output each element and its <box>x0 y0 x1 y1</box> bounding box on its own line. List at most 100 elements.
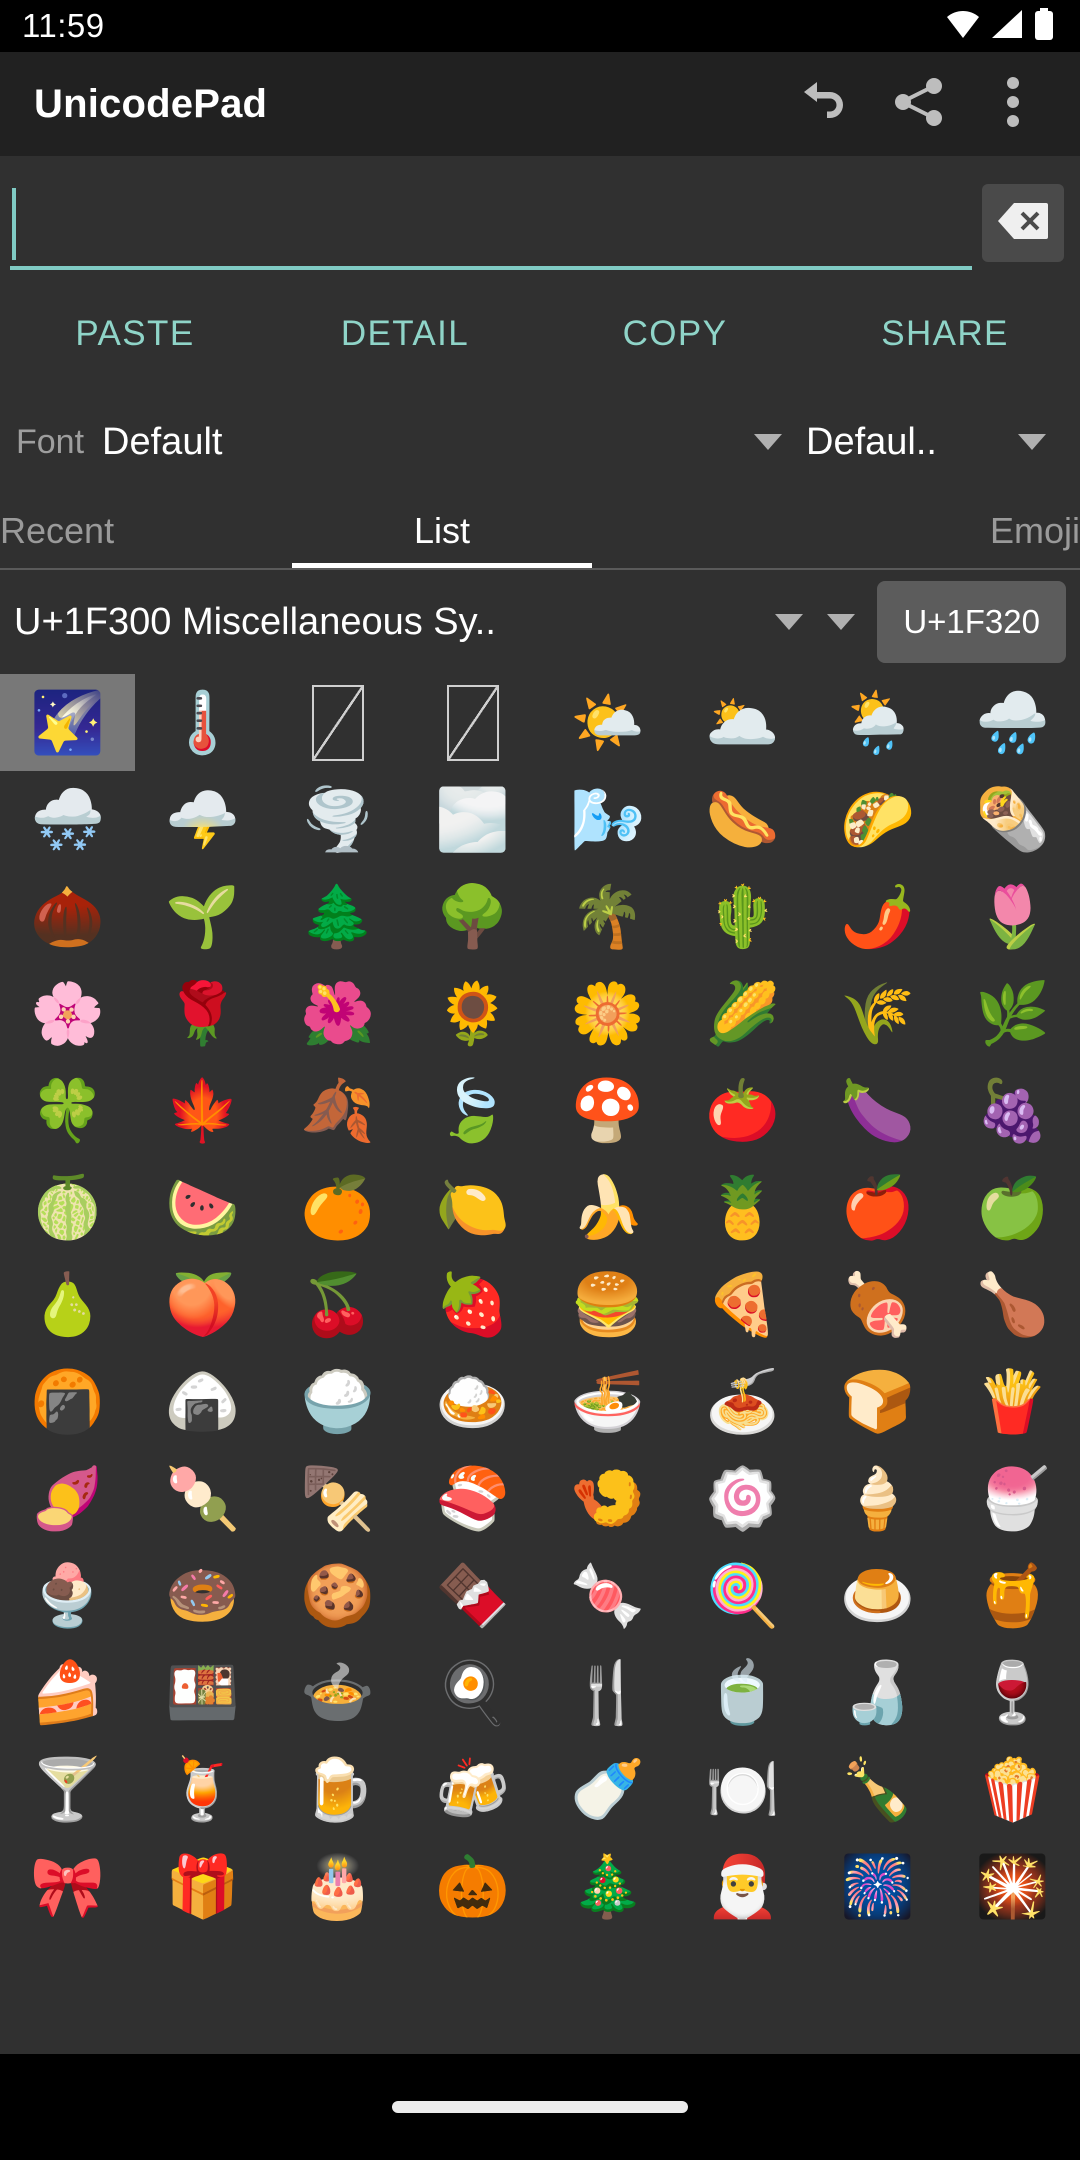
emoji-cell-hot-dog[interactable]: 🌭 <box>675 771 810 868</box>
font-family-dropdown[interactable]: Default <box>102 421 796 464</box>
clear-button[interactable] <box>982 184 1064 262</box>
emoji-cell-eggplant[interactable]: 🍆 <box>810 1062 945 1159</box>
emoji-cell-sunflower[interactable]: 🌻 <box>405 965 540 1062</box>
chevron-down-icon[interactable] <box>827 614 856 630</box>
emoji-cell-cocktail-glass[interactable]: 🍸 <box>0 1741 135 1838</box>
emoji-cell-cherry-blossom[interactable]: 🌸 <box>0 965 135 1062</box>
emoji-cell-shaved-ice[interactable]: 🍧 <box>945 1450 1080 1547</box>
tab-recent[interactable]: Recent <box>0 494 292 568</box>
emoji-cell-shooting-star[interactable]: 🌠 <box>0 674 135 771</box>
emoji-cell-cooking-fried-egg[interactable]: 🍳 <box>405 1644 540 1741</box>
emoji-cell-melon[interactable]: 🍈 <box>0 1159 135 1256</box>
emoji-cell-popcorn[interactable]: 🍿 <box>945 1741 1080 1838</box>
emoji-cell-tropical-drink[interactable]: 🍹 <box>135 1741 270 1838</box>
emoji-cell-chocolate-bar[interactable]: 🍫 <box>405 1547 540 1644</box>
emoji-cell-christmas-tree[interactable]: 🎄 <box>540 1838 675 1935</box>
emoji-cell-teacup-without-handle[interactable]: 🍵 <box>675 1644 810 1741</box>
emoji-cell-watermelon[interactable]: 🍉 <box>135 1159 270 1256</box>
emoji-cell-wind-face[interactable]: 🌬️ <box>540 771 675 868</box>
overflow-menu-button[interactable] <box>974 65 1052 143</box>
chevron-down-icon[interactable] <box>775 614 804 630</box>
emoji-grid[interactable]: 🌠 🌡️ 🌤️ 🌥️ 🌦️ 🌧️ 🌨️ 🌩️ 🌪️ 🌫️ 🌬️ 🌭 🌮 🌯 🌰 🌱 🌲 🌳 🌴 🌵 🌶️ 🌷 🌸 🌹 🌺 🌻 🌼 🌽 🌾… <box>0 674 1080 2054</box>
emoji-cell-birthday-cake[interactable]: 🎂 <box>270 1838 405 1935</box>
emoji-cell-lemon[interactable]: 🍋 <box>405 1159 540 1256</box>
emoji-cell-peach[interactable]: 🍑 <box>135 1256 270 1353</box>
emoji-cell-four-leaf-clover[interactable]: 🍀 <box>0 1062 135 1159</box>
emoji-cell-cookie[interactable]: 🍪 <box>270 1547 405 1644</box>
tab-emoji[interactable]: Emoji <box>592 494 1080 568</box>
emoji-cell-rose[interactable]: 🌹 <box>135 965 270 1062</box>
emoji-cell-french-fries[interactable]: 🍟 <box>945 1353 1080 1450</box>
emoji-cell-tomato[interactable]: 🍅 <box>675 1062 810 1159</box>
emoji-cell-hot-pepper[interactable]: 🌶️ <box>810 868 945 965</box>
emoji-cell-chestnut[interactable]: 🌰 <box>0 868 135 965</box>
emoji-cell-ear-of-corn[interactable]: 🌽 <box>675 965 810 1062</box>
emoji-cell-evergreen-tree[interactable]: 🌲 <box>270 868 405 965</box>
emoji-cell-fork-and-knife[interactable]: 🍴 <box>540 1644 675 1741</box>
emoji-cell-cloud-with-rain[interactable]: 🌧️ <box>945 674 1080 771</box>
emoji-cell-beer-mug[interactable]: 🍺 <box>270 1741 405 1838</box>
emoji-cell-spaghetti[interactable]: 🍝 <box>675 1353 810 1450</box>
emoji-cell-bread[interactable]: 🍞 <box>810 1353 945 1450</box>
emoji-cell-wine-glass[interactable]: 🍷 <box>945 1644 1080 1741</box>
emoji-cell-strawberry[interactable]: 🍓 <box>405 1256 540 1353</box>
emoji-cell-bottle-with-popping-cork[interactable]: 🍾 <box>810 1741 945 1838</box>
emoji-cell-fork-and-knife-with-plate[interactable]: 🍽️ <box>675 1741 810 1838</box>
emoji-cell-pear[interactable]: 🍐 <box>0 1256 135 1353</box>
emoji-cell-sake[interactable]: 🍶 <box>810 1644 945 1741</box>
emoji-cell-missing-glyph[interactable] <box>405 674 540 771</box>
emoji-cell-maple-leaf[interactable]: 🍁 <box>135 1062 270 1159</box>
emoji-cell-cactus[interactable]: 🌵 <box>675 868 810 965</box>
emoji-cell-sun-behind-large-cloud[interactable]: 🌥️ <box>675 674 810 771</box>
emoji-cell-steaming-bowl[interactable]: 🍜 <box>540 1353 675 1450</box>
emoji-cell-wrapped-gift[interactable]: 🎁 <box>135 1838 270 1935</box>
emoji-cell-tangerine[interactable]: 🍊 <box>270 1159 405 1256</box>
emoji-cell-bento-box[interactable]: 🍱 <box>135 1644 270 1741</box>
emoji-cell-honey-pot[interactable]: 🍯 <box>945 1547 1080 1644</box>
emoji-cell-hibiscus[interactable]: 🌺 <box>270 965 405 1062</box>
emoji-cell-cherries[interactable]: 🍒 <box>270 1256 405 1353</box>
emoji-cell-rice-ball[interactable]: 🍙 <box>135 1353 270 1450</box>
emoji-cell-jack-o-lantern[interactable]: 🎃 <box>405 1838 540 1935</box>
emoji-cell-fog[interactable]: 🌫️ <box>405 771 540 868</box>
emoji-cell-fireworks[interactable]: 🎆 <box>810 1838 945 1935</box>
emoji-cell-pineapple[interactable]: 🍍 <box>675 1159 810 1256</box>
emoji-cell-lollipop[interactable]: 🍭 <box>675 1547 810 1644</box>
emoji-cell-cooked-rice[interactable]: 🍚 <box>270 1353 405 1450</box>
share-text-button[interactable]: SHARE <box>810 314 1080 354</box>
undo-button[interactable] <box>786 65 864 143</box>
emoji-cell-seedling[interactable]: 🌱 <box>135 868 270 965</box>
emoji-cell-deciduous-tree[interactable]: 🌳 <box>405 868 540 965</box>
codepoint-button[interactable]: U+1F320 <box>877 581 1066 663</box>
emoji-cell-thermometer[interactable]: 🌡️ <box>135 674 270 771</box>
emoji-cell-oden[interactable]: 🍢 <box>270 1450 405 1547</box>
emoji-cell-doughnut[interactable]: 🍩 <box>135 1547 270 1644</box>
emoji-cell-fried-shrimp[interactable]: 🍤 <box>540 1450 675 1547</box>
emoji-cell-baby-bottle[interactable]: 🍼 <box>540 1741 675 1838</box>
emoji-cell-sun-behind-rain-cloud[interactable]: 🌦️ <box>810 674 945 771</box>
emoji-cell-leaf-fluttering-in-wind[interactable]: 🍃 <box>405 1062 540 1159</box>
emoji-cell-red-apple[interactable]: 🍎 <box>810 1159 945 1256</box>
tab-list[interactable]: List <box>292 494 592 568</box>
emoji-cell-curry-rice[interactable]: 🍛 <box>405 1353 540 1450</box>
emoji-cell-taco[interactable]: 🌮 <box>810 771 945 868</box>
emoji-cell-custard[interactable]: 🍮 <box>810 1547 945 1644</box>
emoji-cell-dango[interactable]: 🍡 <box>135 1450 270 1547</box>
emoji-cell-banana[interactable]: 🍌 <box>540 1159 675 1256</box>
home-indicator[interactable] <box>392 2101 688 2113</box>
block-name-dropdown[interactable]: U+1F300 Miscellaneous Sy.. <box>14 601 775 644</box>
copy-button[interactable]: COPY <box>540 314 810 354</box>
emoji-cell-cloud-with-snow[interactable]: 🌨️ <box>0 771 135 868</box>
paste-button[interactable]: PASTE <box>0 314 270 354</box>
emoji-cell-cloud-with-lightning[interactable]: 🌩️ <box>135 771 270 868</box>
text-input-wrapper[interactable] <box>10 182 972 270</box>
emoji-cell-sparkler[interactable]: 🎇 <box>945 1838 1080 1935</box>
emoji-cell-grapes[interactable]: 🍇 <box>945 1062 1080 1159</box>
emoji-cell-herb[interactable]: 🌿 <box>945 965 1080 1062</box>
emoji-cell-santa-claus[interactable]: 🎅 <box>675 1838 810 1935</box>
emoji-cell-hamburger[interactable]: 🍔 <box>540 1256 675 1353</box>
share-button[interactable] <box>880 65 958 143</box>
detail-button[interactable]: DETAIL <box>270 314 540 354</box>
emoji-cell-meat-on-bone[interactable]: 🍖 <box>810 1256 945 1353</box>
emoji-cell-tornado[interactable]: 🌪️ <box>270 771 405 868</box>
